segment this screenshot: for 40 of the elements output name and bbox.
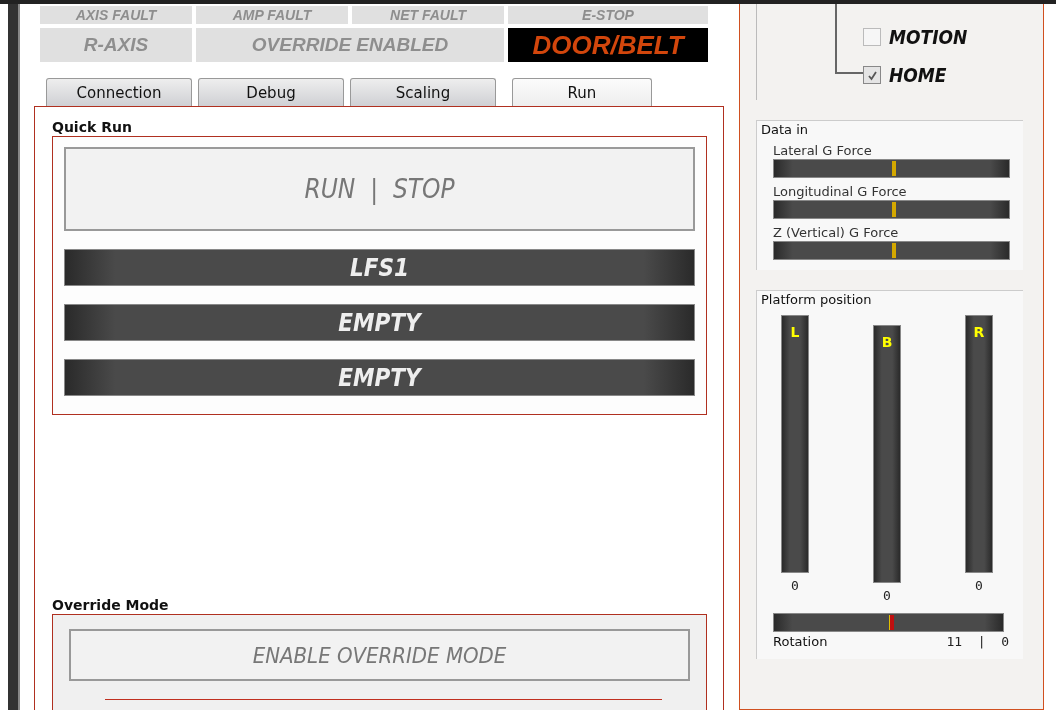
status-label: MOTION [889, 26, 968, 48]
status-indicator: E-STOP [508, 6, 708, 24]
checkbox[interactable] [863, 66, 881, 84]
program-slot[interactable]: EMPTY [64, 359, 695, 396]
slider-label: Z (Vertical) G Force [773, 225, 900, 240]
override-button[interactable]: ENABLE OVERRIDE MODE [69, 629, 690, 682]
status-indicator: AMP FAULT [196, 6, 348, 24]
slider-thumb[interactable] [888, 615, 894, 630]
status-indicator: NET FAULT [352, 6, 504, 24]
rotation-label: Rotation [773, 634, 828, 649]
actuator-label: L [790, 324, 800, 342]
tab[interactable]: Scaling [350, 78, 496, 106]
slider-label: Longitudinal G Force [773, 184, 908, 199]
status-label: HOME [889, 64, 947, 86]
run-stop-button[interactable]: RUN | STOP [64, 147, 695, 231]
tab[interactable]: Debug [198, 78, 344, 106]
group-title: Quick Run [52, 119, 133, 135]
slider-thumb[interactable] [891, 243, 896, 258]
status-indicator: AXIS FAULT [40, 6, 192, 24]
group-title: Override Mode [52, 597, 170, 613]
group-title: Platform position [761, 292, 873, 307]
status-indicator: OVERRIDE ENABLED [196, 28, 504, 62]
slider-label: Lateral G Force [773, 143, 873, 158]
program-slot[interactable]: EMPTY [64, 304, 695, 341]
program-slot[interactable]: LFS1 [64, 249, 695, 286]
actuator-label: R [973, 324, 985, 342]
checkbox[interactable] [863, 28, 881, 46]
tab[interactable]: Run [512, 78, 652, 106]
status-indicator: R-AXIS [40, 28, 192, 62]
slider-thumb[interactable] [891, 161, 896, 176]
actuator-value: 0 [791, 578, 799, 593]
group-title: Data in [761, 122, 810, 137]
actuator-label: B [881, 334, 893, 352]
status-indicator: DOOR/BELT [508, 28, 708, 62]
tab[interactable]: Connection [46, 78, 192, 106]
actuator-value: 0 [883, 588, 891, 603]
check-icon [866, 69, 878, 81]
rotation-reading: 11 | 0 [946, 634, 1009, 649]
actuator-value: 0 [975, 578, 983, 593]
slider-thumb[interactable] [891, 202, 896, 217]
